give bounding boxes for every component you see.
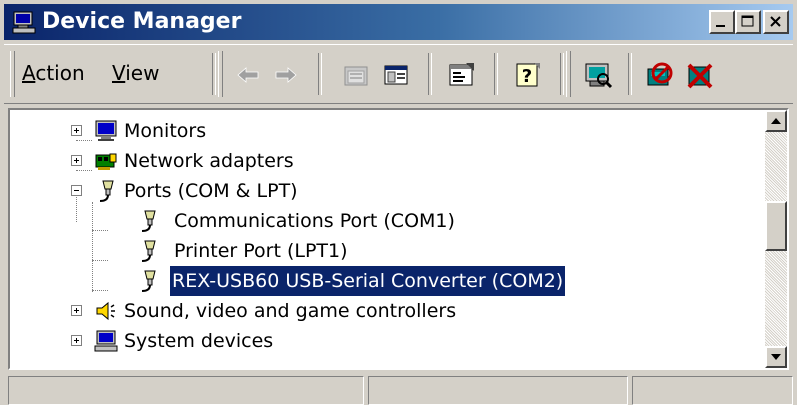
toolbar-grip[interactable]	[10, 51, 15, 97]
menu-view-accel: V	[112, 61, 126, 85]
port-connector-icon	[141, 270, 156, 292]
close-button[interactable]	[763, 10, 789, 34]
up-arrow-icon	[771, 118, 781, 124]
back-arrow-icon[interactable]	[232, 59, 264, 91]
tree-item-ports[interactable]: Ports (COM & LPT)	[10, 176, 767, 206]
expand-button[interactable]	[71, 155, 82, 166]
tree-item-label: Network adapters	[124, 150, 294, 172]
toolbar-separator	[494, 53, 498, 95]
device-manager-window: Device Manager Action View ? Monitors Ne…	[0, 0, 797, 405]
maximize-icon	[741, 15, 754, 27]
toolbar: Action View ?	[4, 44, 793, 104]
toolbar-separator	[428, 53, 432, 95]
toolbar-grip[interactable]	[218, 51, 223, 97]
port-connector-icon	[99, 180, 114, 202]
status-panel	[368, 376, 628, 405]
network-adapter-icon	[95, 153, 117, 170]
toolbar-separator	[560, 53, 564, 95]
tree-item-rex-usb60[interactable]: REX-USB60 USB-Serial Converter (COM2)	[10, 265, 767, 297]
toolbar-separator	[318, 53, 322, 95]
toolbar-separator	[212, 53, 216, 95]
menu-view[interactable]: View	[112, 61, 159, 85]
down-arrow-icon	[771, 354, 781, 360]
menu-action[interactable]: Action	[22, 61, 85, 85]
tree-item-label: Monitors	[124, 120, 207, 142]
forward-arrow-icon[interactable]	[270, 59, 302, 91]
menu-view-label: iew	[125, 61, 160, 85]
svg-text:?: ?	[522, 66, 532, 87]
maximize-button[interactable]	[735, 10, 761, 34]
close-icon	[770, 16, 781, 27]
collapse-button[interactable]	[71, 185, 82, 196]
folder-icon[interactable]	[340, 59, 372, 91]
tree-item-label-selected: REX-USB60 USB-Serial Converter (COM2)	[168, 265, 567, 297]
uninstall-icon[interactable]	[684, 59, 716, 91]
status-bar	[4, 374, 793, 405]
scan-hardware-icon[interactable]	[582, 59, 614, 91]
status-panel	[632, 376, 793, 405]
title-bar[interactable]: Device Manager	[4, 4, 793, 40]
tree-item-com1[interactable]: Communications Port (COM1)	[10, 206, 767, 236]
device-tree[interactable]: Monitors Network adapters Ports (COM & L…	[8, 108, 789, 370]
tree-item-label: System devices	[124, 330, 274, 352]
minimize-icon	[716, 25, 725, 27]
expand-button[interactable]	[71, 305, 82, 316]
scroll-up-button[interactable]	[765, 110, 787, 132]
tree-item-network-adapters[interactable]: Network adapters	[10, 146, 767, 176]
tree-item-sound[interactable]: Sound, video and game controllers	[10, 296, 767, 326]
tree-item-system-devices[interactable]: System devices	[10, 326, 767, 356]
tree-item-label: Printer Port (LPT1)	[174, 240, 348, 262]
device-manager-icon	[12, 11, 36, 34]
scroll-down-button[interactable]	[765, 346, 787, 368]
vertical-scrollbar[interactable]	[765, 110, 787, 368]
disable-device-icon[interactable]	[644, 59, 676, 91]
console-tree-icon[interactable]	[380, 59, 412, 91]
properties-icon[interactable]	[446, 59, 478, 91]
toolbar-grip[interactable]	[566, 51, 571, 97]
menu-action-accel: A	[22, 61, 36, 85]
expand-button[interactable]	[71, 335, 82, 346]
status-panel	[8, 376, 364, 405]
minimize-button[interactable]	[709, 10, 735, 34]
tree-item-label: Communications Port (COM1)	[174, 210, 455, 232]
menu-action-label: ction	[35, 61, 85, 85]
speaker-icon	[96, 301, 115, 321]
help-icon[interactable]: ?	[512, 59, 544, 91]
port-connector-icon	[141, 210, 156, 232]
window-title: Device Manager	[42, 9, 242, 34]
computer-icon	[94, 330, 118, 352]
tree-item-monitors[interactable]: Monitors	[10, 116, 767, 146]
port-connector-icon	[141, 240, 156, 262]
expand-button[interactable]	[71, 125, 82, 136]
monitor-icon	[95, 120, 117, 141]
tree-item-label: Ports (COM & LPT)	[124, 180, 298, 202]
scroll-thumb[interactable]	[765, 200, 787, 251]
tree-item-lpt1[interactable]: Printer Port (LPT1)	[10, 236, 767, 266]
tree-item-label: Sound, video and game controllers	[124, 300, 457, 322]
toolbar-separator	[628, 53, 632, 95]
